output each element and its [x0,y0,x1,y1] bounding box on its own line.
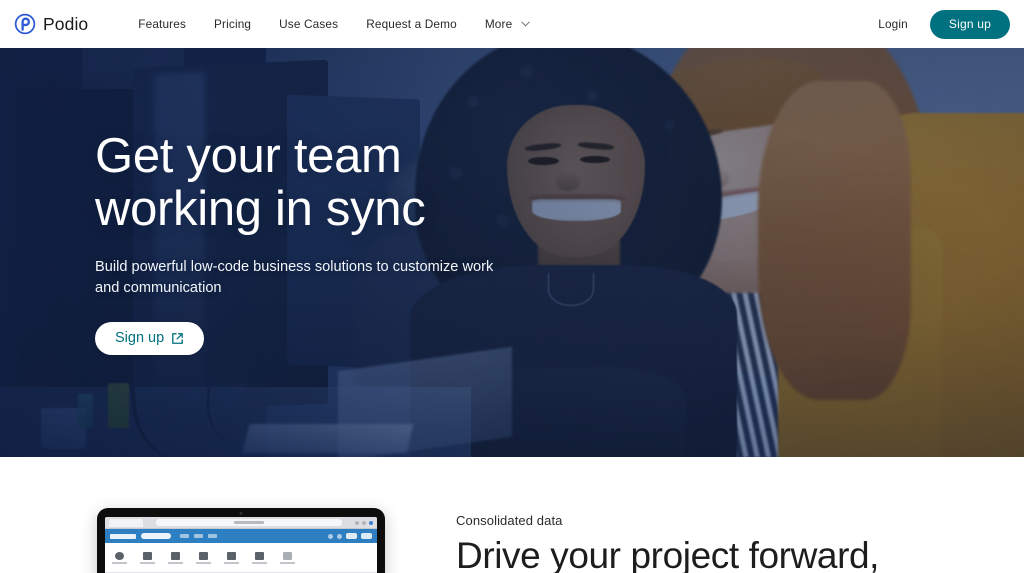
app-logo-icon [110,533,136,539]
hero-title: Get your team working in sync [95,129,615,237]
header-actions: Login Sign up [872,9,1010,39]
hero-title-line-1: Get your team [95,129,402,183]
browser-address-bar [156,519,342,526]
hero-section: Get your team working in sync Build powe… [0,48,1024,457]
main-nav: Features Pricing Use Cases Request a Dem… [124,11,540,37]
nav-item-more-label: More [484,17,513,31]
hero-copy: Get your team working in sync Build powe… [95,129,615,356]
hero-subtitle: Build powerful low-code business solutio… [95,258,494,296]
app-icon-item [224,551,239,564]
app-icon-item [252,551,267,564]
nav-item-use-cases[interactable]: Use Cases [265,11,352,37]
podio-logo-icon [14,13,36,35]
tablet-mockup [97,508,385,573]
app-nav [180,534,217,538]
feature-text-block: Consolidated data Drive your project for… [456,513,996,573]
feature-section: Consolidated data Drive your project for… [0,457,1024,573]
signup-button[interactable]: Sign up [929,9,1010,39]
feature-eyebrow: Consolidated data [456,513,563,528]
login-link[interactable]: Login [872,11,914,37]
app-icon-item [196,551,211,564]
nav-item-request-a-demo[interactable]: Request a Demo [352,11,471,37]
app-icon-row [105,543,377,573]
browser-window-controls [355,520,373,525]
nav-item-features[interactable]: Features [124,11,200,37]
brand-name: Podio [43,13,89,34]
brand-logo[interactable]: Podio [14,13,88,35]
browser-tab [109,518,143,527]
app-workspace-pill [141,533,171,539]
feature-title: Drive your project forward, [456,535,880,573]
app-icon-item [112,551,127,564]
nav-item-more[interactable]: More [471,11,540,37]
landing-page: Podio Features Pricing Use Cases Request… [0,0,1024,573]
browser-chrome [105,517,377,529]
tablet-screen [105,517,377,573]
site-header: Podio Features Pricing Use Cases Request… [0,0,1024,48]
tablet-camera-icon [239,512,243,515]
app-top-bar [105,529,377,543]
nav-item-pricing[interactable]: Pricing [200,11,265,37]
chevron-down-icon [521,21,531,27]
app-icon-add [280,551,295,564]
app-toolbar-right [328,533,372,539]
external-link-icon [172,332,184,344]
hero-signup-button[interactable]: Sign up [95,322,205,356]
app-icon-item [168,551,183,564]
hero-signup-label: Sign up [115,330,165,347]
hero-title-line-2: working in sync [95,182,426,237]
app-icon-item [140,551,155,564]
